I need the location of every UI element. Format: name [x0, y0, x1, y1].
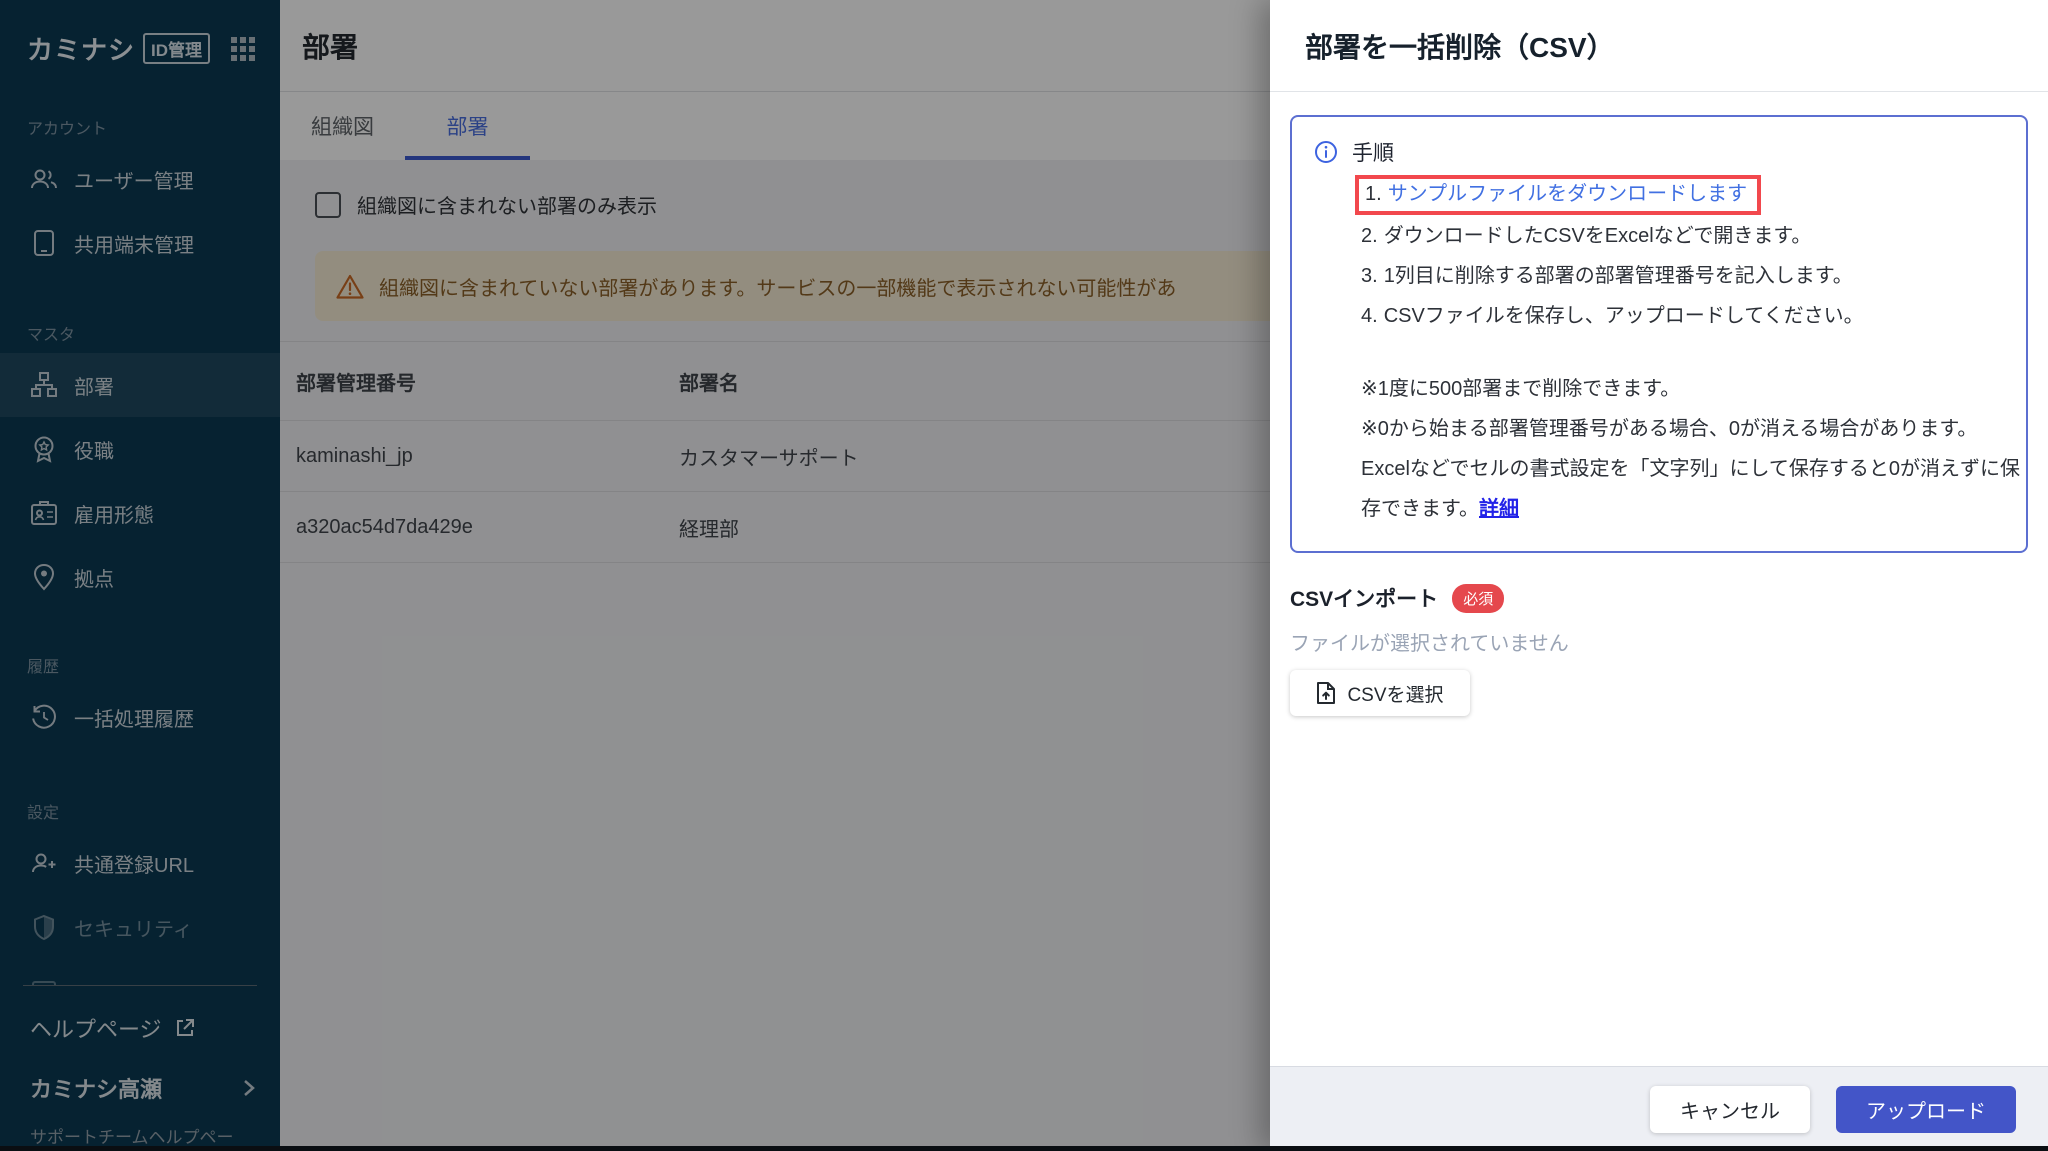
step-1: 1.サンプルファイルをダウンロードします — [1361, 181, 2004, 209]
drawer-header: 部署を一括削除（CSV） — [1270, 0, 2048, 92]
detail-link[interactable]: 詳細 — [1479, 498, 1519, 520]
step-2: 2.ダウンロードしたCSVをExcelなどで開きます。 — [1361, 223, 2004, 249]
cancel-button[interactable]: キャンセル — [1650, 1086, 1810, 1133]
required-badge: 必須 — [1452, 584, 1504, 613]
instructions-heading: 手順 — [1352, 137, 1394, 167]
no-file-selected-text: ファイルが選択されていません — [1290, 627, 2028, 656]
drawer-footer: キャンセル アップロード — [1270, 1066, 2048, 1151]
csv-select-button[interactable]: CSVを選択 — [1290, 670, 1470, 716]
step-4: 4.CSVファイルを保存し、アップロードしてください。 — [1361, 303, 2004, 329]
instructions-box: 手順 1.サンプルファイルをダウンロードします 2.ダウンロードしたCSVをEx… — [1290, 115, 2028, 553]
instruction-notes: ※1度に500部署まで削除できます。 ※0から始まる部署管理番号がある場合、0が… — [1361, 369, 2021, 529]
csv-import-row: CSVインポート 必須 — [1290, 583, 2028, 613]
note-limit: ※1度に500部署まで削除できます。 — [1361, 369, 2021, 409]
note-leading-zero: ※0から始まる部署管理番号がある場合、0が消える場合があります。Excelなどで… — [1361, 409, 2021, 529]
bulk-delete-drawer: 部署を一括削除（CSV） 手順 1.サンプルファイルをダウンロードします 2.ダ… — [1270, 0, 2048, 1151]
step-3: 3.1列目に削除する部署の部署管理番号を記入します。 — [1361, 263, 2004, 289]
csv-select-label: CSVを選択 — [1347, 680, 1443, 707]
upload-button[interactable]: アップロード — [1836, 1086, 2016, 1133]
instruction-steps: 1.サンプルファイルをダウンロードします 2.ダウンロードしたCSVをExcel… — [1361, 181, 2004, 329]
file-upload-icon — [1316, 681, 1336, 705]
csv-import-label: CSVインポート — [1290, 583, 1438, 613]
drawer-title: 部署を一括削除（CSV） — [1305, 26, 1615, 66]
annotation-highlight: 1.サンプルファイルをダウンロードします — [1355, 175, 1761, 215]
window-bottom-edge — [0, 1146, 2048, 1151]
drawer-body: 手順 1.サンプルファイルをダウンロードします 2.ダウンロードしたCSVをEx… — [1270, 92, 2048, 1066]
sample-file-download-link[interactable]: サンプルファイルをダウンロードします — [1388, 183, 1747, 205]
info-icon — [1314, 140, 1338, 164]
